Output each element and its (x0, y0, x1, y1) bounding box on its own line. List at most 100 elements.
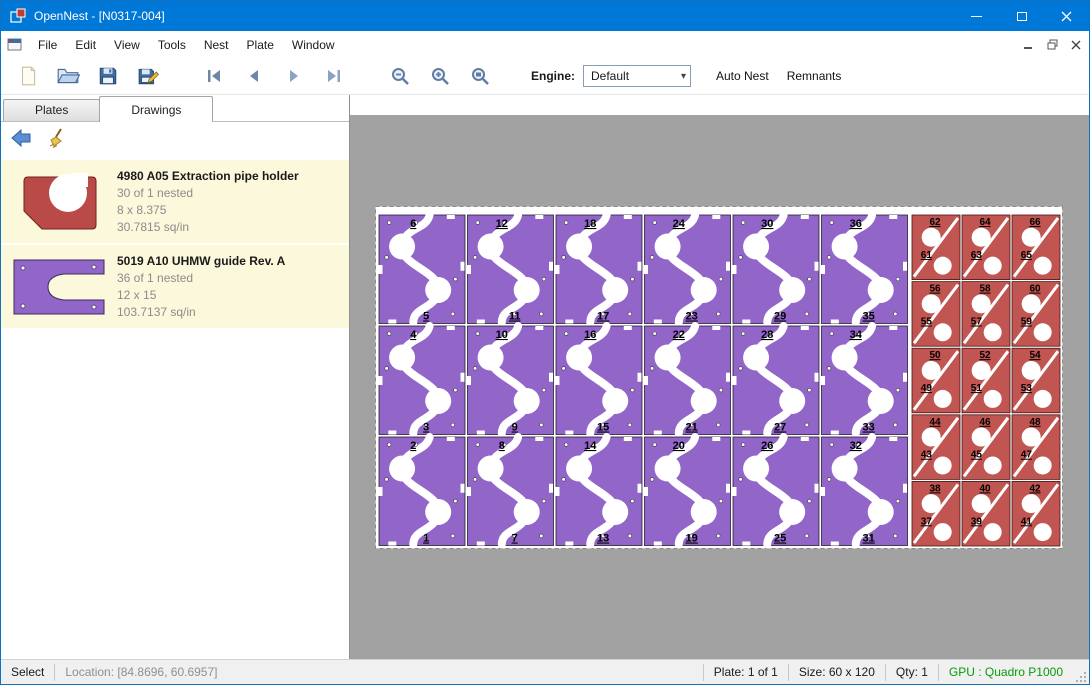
part-number: 20 (673, 440, 685, 452)
zoom-in-button[interactable] (425, 61, 455, 91)
list-item-extraction-pipe-holder[interactable]: 4980 A05 Extraction pipe holder 30 of 1 … (1, 160, 349, 243)
last-plate-button[interactable] (319, 61, 349, 91)
menu-plate[interactable]: Plate (238, 31, 283, 58)
red-part-pair[interactable]: 6059 (1012, 282, 1060, 347)
red-part-pair[interactable]: 5857 (962, 282, 1010, 347)
chevron-down-icon: ▾ (681, 71, 686, 82)
import-drawing-button[interactable] (7, 125, 35, 151)
part-title: 4980 A05 Extraction pipe holder (117, 167, 343, 185)
mdi-close-button[interactable] (1065, 35, 1087, 55)
part-number: 4 (410, 329, 417, 341)
close-button[interactable] (1044, 1, 1089, 31)
menu-tools[interactable]: Tools (149, 31, 195, 58)
purple-part-pair[interactable]: 3231 (821, 437, 908, 546)
nesting-canvas[interactable]: 6512111817242330293635431091615222128273… (350, 95, 1089, 659)
purple-part-pair[interactable]: 21 (379, 437, 466, 546)
part-thumbnail-purple (7, 252, 111, 321)
part-title: 5019 A10 UHMW guide Rev. A (117, 252, 343, 270)
red-part-pair[interactable]: 5655 (912, 282, 960, 347)
red-part-pair[interactable]: 5453 (1012, 348, 1060, 413)
red-part-pair[interactable]: 4241 (1012, 481, 1060, 546)
purple-part-pair[interactable]: 2625 (733, 437, 820, 546)
red-part-pair[interactable]: 66 65 (1012, 215, 1060, 280)
purple-part-pair[interactable]: 2827 (733, 326, 820, 435)
tab-plates[interactable]: Plates (3, 99, 100, 121)
red-part-pair[interactable]: 4039 (962, 481, 1010, 546)
mdi-minimize-button[interactable] (1017, 35, 1039, 55)
red-part-pair[interactable]: 6463 (962, 215, 1010, 280)
mdi-restore-button[interactable] (1041, 35, 1063, 55)
red-part-pair[interactable]: 3837 (912, 481, 960, 546)
menu-edit[interactable]: Edit (66, 31, 105, 58)
part-number: 37 (921, 516, 933, 527)
part-number: 64 (979, 217, 991, 228)
clean-drawings-button[interactable] (43, 125, 71, 151)
purple-part-pair[interactable]: 109 (467, 326, 554, 435)
part-number: 48 (1029, 417, 1041, 428)
purple-part-pair[interactable]: 65 (379, 215, 466, 324)
part-number: 65 (1021, 250, 1033, 261)
purple-part-pair[interactable]: 3029 (733, 215, 820, 324)
tab-drawings[interactable]: Drawings (99, 96, 213, 122)
save-as-button[interactable] (133, 61, 163, 91)
part-number: 2 (410, 440, 416, 452)
part-number: 53 (1021, 383, 1033, 394)
part-number: 35 (863, 311, 875, 323)
document-window-icon (7, 37, 23, 52)
maximize-button[interactable] (999, 1, 1044, 31)
purple-part-pair[interactable]: 1615 (556, 326, 643, 435)
part-number: 32 (850, 440, 862, 452)
red-part-pair[interactable]: 5049 (912, 348, 960, 413)
purple-part-pair[interactable]: 87 (467, 437, 554, 546)
remnants-button[interactable]: Remnants (778, 63, 851, 89)
blue-arrow-left-icon (10, 129, 32, 147)
previous-plate-button[interactable] (239, 61, 269, 91)
red-part-pair[interactable]: 4443 (912, 415, 960, 480)
list-item-uhmw-guide[interactable]: 5019 A10 UHMW guide Rev. A 36 of 1 neste… (1, 245, 349, 328)
red-part-pair[interactable]: 6261 (912, 215, 960, 280)
auto-nest-button[interactable]: Auto Nest (707, 63, 778, 89)
part-number: 33 (863, 422, 875, 434)
part-number: 56 (929, 284, 941, 295)
menu-file[interactable]: File (29, 31, 66, 58)
part-number: 42 (1029, 483, 1041, 494)
part-number: 29 (774, 311, 786, 323)
purple-part-pair[interactable]: 2019 (644, 437, 731, 546)
part-number: 45 (971, 450, 983, 461)
purple-part-pair[interactable]: 2221 (644, 326, 731, 435)
purple-part-pair[interactable]: 1211 (467, 215, 554, 324)
purple-part-pair[interactable]: 2423 (644, 215, 731, 324)
next-plate-button[interactable] (279, 61, 309, 91)
purple-part-pair[interactable]: 3635 (821, 215, 908, 324)
menu-view[interactable]: View (105, 31, 149, 58)
new-file-icon (17, 65, 39, 87)
part-number: 51 (971, 383, 983, 394)
plate-view[interactable]: 6512111817242330293635431091615222128273… (375, 206, 1063, 549)
zoom-fit-button[interactable] (465, 61, 495, 91)
resize-grip-icon[interactable] (1073, 660, 1089, 684)
purple-part-pair[interactable]: 1817 (556, 215, 643, 324)
part-number: 26 (761, 440, 773, 452)
red-part-pair[interactable]: 4847 (1012, 415, 1060, 480)
save-button[interactable] (93, 61, 123, 91)
menu-nest[interactable]: Nest (195, 31, 238, 58)
mdi-restore-icon (1047, 39, 1058, 50)
part-number: 12 (496, 218, 508, 230)
menu-window[interactable]: Window (283, 31, 344, 58)
engine-select[interactable]: Default ▾ (583, 65, 691, 87)
part-number: 66 (1029, 217, 1041, 228)
purple-part-pair[interactable]: 3433 (821, 326, 908, 435)
titlebar: OpenNest - [N0317-004] (1, 1, 1089, 31)
new-file-button[interactable] (13, 61, 43, 91)
red-part-pair[interactable]: 4645 (962, 415, 1010, 480)
first-plate-button[interactable] (199, 61, 229, 91)
open-file-button[interactable] (53, 61, 83, 91)
red-part-pair[interactable]: 5251 (962, 348, 1010, 413)
part-number: 27 (774, 422, 786, 434)
minimize-button[interactable] (954, 1, 999, 31)
purple-part-pair[interactable]: 43 (379, 326, 466, 435)
purple-part-pair[interactable]: 1413 (556, 437, 643, 546)
status-gpu: GPU : Quadro P1000 (939, 665, 1073, 679)
last-icon (324, 67, 344, 85)
zoom-out-button[interactable] (385, 61, 415, 91)
